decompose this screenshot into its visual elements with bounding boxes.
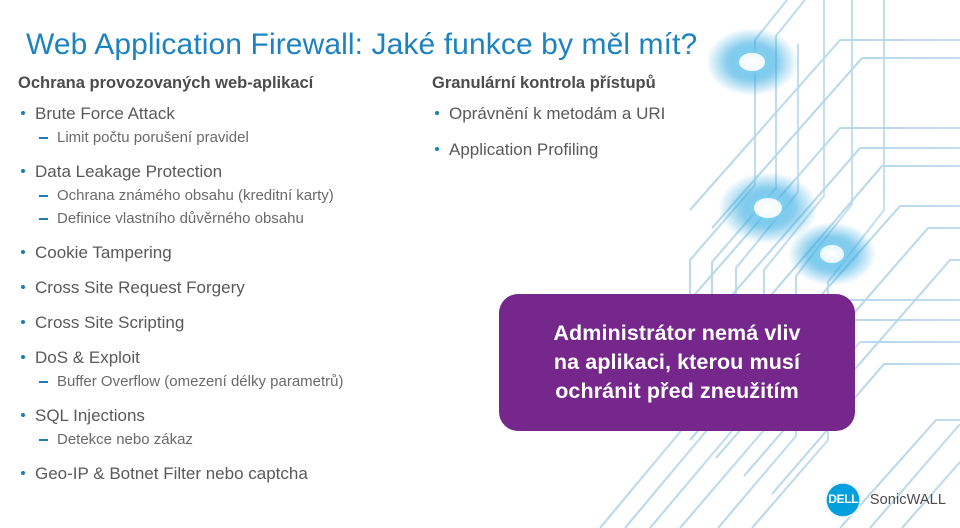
- bullet-dot-icon: [435, 111, 439, 115]
- left-bullet-list: Brute Force Attack Limit počtu porušení …: [14, 101, 444, 486]
- right-column-heading: Granulární kontrola přístupů: [432, 74, 656, 92]
- dell-logo-icon: DELL: [824, 482, 861, 518]
- list-item: Brute Force Attack Limit počtu porušení …: [14, 101, 444, 149]
- sub-list: Buffer Overflow (omezení délky parametrů…: [35, 370, 444, 393]
- sub-list-item: Detekce nebo zákaz: [35, 428, 444, 451]
- bullet-dot-icon: [21, 471, 25, 475]
- bullet-dot-icon: [435, 147, 439, 151]
- bullet-dot-icon: [21, 250, 25, 254]
- dash-bullet-icon: [39, 439, 48, 441]
- sub-list: Limit počtu porušení pravidel: [35, 126, 444, 149]
- callout-line: Administrátor nemá vliv: [553, 321, 801, 345]
- sub-list: Detekce nebo zákaz: [35, 428, 444, 451]
- list-item-label: Cookie Tampering: [35, 243, 172, 262]
- list-item: Cross Site Request Forgery: [14, 275, 444, 300]
- page-title: Web Application Firewall: Jaké funkce by…: [26, 28, 698, 62]
- sub-list-item: Definice vlastního důvěrného obsahu: [35, 207, 444, 230]
- list-item-label: Cross Site Scripting: [35, 313, 185, 332]
- bullet-dot-icon: [21, 285, 25, 289]
- bullet-dot-icon: [21, 355, 25, 359]
- list-item: Geo-IP & Botnet Filter nebo captcha: [14, 461, 444, 486]
- list-item: DoS & Exploit Buffer Overflow (omezení d…: [14, 345, 444, 393]
- sub-list-item: Buffer Overflow (omezení délky parametrů…: [35, 370, 444, 393]
- list-item: SQL Injections Detekce nebo zákaz: [14, 403, 444, 451]
- list-item: Data Leakage Protection Ochrana známého …: [14, 159, 444, 230]
- bullet-dot-icon: [21, 111, 25, 115]
- callout-line: na aplikaci, kterou musí: [553, 350, 801, 374]
- dash-bullet-icon: [39, 137, 48, 139]
- list-item-label: Cross Site Request Forgery: [35, 278, 245, 297]
- sub-list-item-label: Detekce nebo zákaz: [57, 431, 193, 448]
- bullet-dot-icon: [21, 413, 25, 417]
- right-content-column: Granulární kontrola přístupů Oprávnění k…: [428, 72, 828, 162]
- list-item-label: DoS & Exploit: [35, 348, 140, 367]
- list-item-label: Brute Force Attack: [35, 104, 175, 123]
- sonicwall-wordmark: SonicWALL: [869, 492, 946, 508]
- dell-sonicwall-logo: DELL SonicWALL: [824, 482, 946, 518]
- dell-wordmark: DELL: [827, 494, 858, 506]
- left-column-heading: Ochrana provozovaných web-aplikací: [18, 74, 314, 92]
- list-item: Cookie Tampering: [14, 240, 444, 265]
- bullet-dot-icon: [21, 169, 25, 173]
- sub-list-item-label: Ochrana známého obsahu (kreditní karty): [57, 187, 334, 204]
- dash-bullet-icon: [39, 218, 48, 220]
- callout-text: Administrátor nemá vliv na aplikaci, kte…: [537, 319, 816, 406]
- sub-list-item-label: Buffer Overflow (omezení délky parametrů…: [57, 373, 344, 390]
- list-item: Oprávnění k metodám a URI: [428, 101, 828, 126]
- list-item-label: SQL Injections: [35, 406, 145, 425]
- list-item-label: Geo-IP & Botnet Filter nebo captcha: [35, 464, 308, 483]
- sub-list-item-label: Limit počtu porušení pravidel: [57, 129, 249, 146]
- slide-canvas: Web Application Firewall: Jaké funkce by…: [0, 0, 960, 528]
- dash-bullet-icon: [39, 381, 48, 383]
- right-bullet-list: Oprávnění k metodám a URI Application Pr…: [428, 101, 828, 162]
- sub-list-item-label: Definice vlastního důvěrného obsahu: [57, 210, 304, 227]
- dash-bullet-icon: [39, 195, 48, 197]
- sub-list-item: Ochrana známého obsahu (kreditní karty): [35, 184, 444, 207]
- callout-line: ochránit před zneužitím: [555, 379, 799, 403]
- sub-list-item: Limit počtu porušení pravidel: [35, 126, 444, 149]
- list-item-label: Data Leakage Protection: [35, 162, 223, 181]
- list-item: Application Profiling: [428, 137, 828, 162]
- list-item-label: Application Profiling: [449, 140, 599, 159]
- list-item: Cross Site Scripting: [14, 310, 444, 335]
- list-item-label: Oprávnění k metodám a URI: [449, 104, 666, 123]
- left-content-column: Ochrana provozovaných web-aplikací Brute…: [14, 72, 444, 486]
- bullet-dot-icon: [21, 320, 25, 324]
- sub-list: Ochrana známého obsahu (kreditní karty) …: [35, 184, 444, 230]
- callout-box: Administrátor nemá vliv na aplikaci, kte…: [499, 294, 855, 431]
